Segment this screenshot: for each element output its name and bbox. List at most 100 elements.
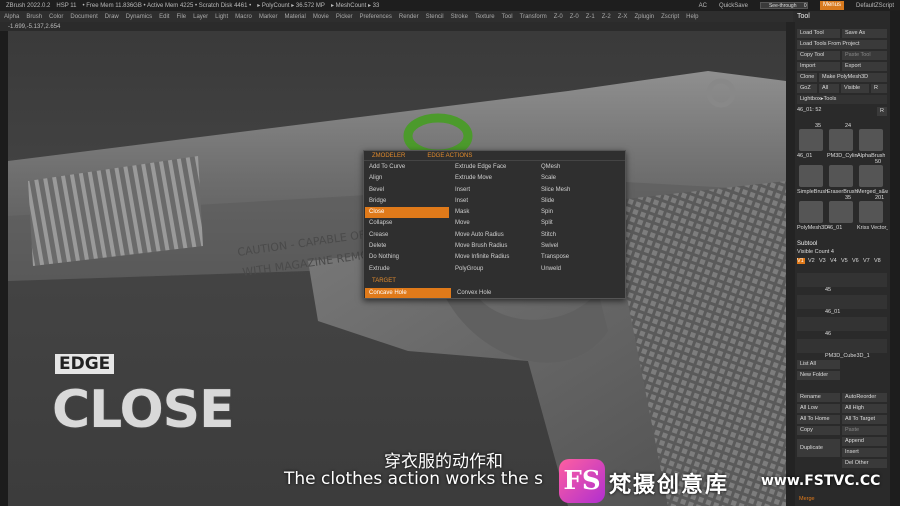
lightbox-tools-button[interactable]: Lightbox▸Tools <box>797 95 887 104</box>
goz-r-button[interactable]: R <box>871 84 887 93</box>
edge-action-item[interactable]: QMesh <box>537 162 621 173</box>
menu-item[interactable]: Material <box>285 14 306 20</box>
edge-action-item[interactable]: Unweld <box>537 264 621 275</box>
rename-button[interactable]: Rename <box>797 393 840 402</box>
goz-button[interactable]: GoZ <box>797 84 817 93</box>
save-as-button[interactable]: Save As <box>842 29 887 38</box>
edge-action-item[interactable]: Spin <box>537 207 621 218</box>
tool-thumbnail[interactable] <box>859 165 883 187</box>
paste-button[interactable]: Paste <box>842 426 887 435</box>
menu-item[interactable]: Zplugin <box>634 14 654 20</box>
quicksave-button[interactable]: QuickSave <box>719 3 748 9</box>
all-high-button[interactable]: All High <box>842 404 887 413</box>
goz-all-button[interactable]: All <box>819 84 839 93</box>
edge-action-item[interactable]: Slide <box>537 196 621 207</box>
version-button[interactable]: V3 <box>819 258 827 264</box>
load-tool-button[interactable]: Load Tool <box>797 29 840 38</box>
menu-item[interactable]: Brush <box>26 14 42 20</box>
paste-tool-button[interactable]: Paste Tool <box>842 51 887 60</box>
edge-action-item[interactable]: Move Infinite Radius <box>451 252 535 263</box>
target-option[interactable]: Concave Hole <box>365 288 451 298</box>
version-button[interactable]: V8 <box>874 258 882 264</box>
edge-action-item[interactable]: Transpose <box>537 252 621 263</box>
menu-item[interactable]: Z-0 <box>554 14 563 20</box>
menu-item[interactable]: Dynamics <box>126 14 152 20</box>
copy-button[interactable]: Copy <box>797 426 840 435</box>
menu-item[interactable]: Layer <box>193 14 208 20</box>
menu-item[interactable]: Stencil <box>426 14 444 20</box>
panel-scrollbar[interactable] <box>890 11 900 506</box>
edge-action-item[interactable]: Align <box>365 173 449 184</box>
menu-item[interactable]: Light <box>215 14 228 20</box>
edge-action-item[interactable]: Scale <box>537 173 621 184</box>
edge-action-item[interactable]: Extrude Edge Face <box>451 162 535 173</box>
menu-item[interactable]: Document <box>70 14 97 20</box>
tool-thumbnail[interactable] <box>829 201 853 223</box>
subtool-item[interactable] <box>797 295 887 309</box>
menu-item[interactable]: Tool <box>502 14 513 20</box>
menu-item[interactable]: Z-1 <box>586 14 595 20</box>
seethrough-slider[interactable]: See-through 0 <box>759 2 808 9</box>
del-other-button[interactable]: Del Other <box>842 459 887 468</box>
edge-action-item[interactable]: Insert <box>451 185 535 196</box>
edge-action-item[interactable]: Move Brush Radius <box>451 241 535 252</box>
list-all-button[interactable]: List All <box>797 360 840 369</box>
menu-item[interactable]: Z-2 <box>602 14 611 20</box>
menu-item[interactable]: File <box>176 14 186 20</box>
edge-action-item[interactable]: Mask <box>451 207 535 218</box>
new-folder-button[interactable]: New Folder <box>797 371 840 380</box>
edge-action-item[interactable]: Extrude <box>365 264 449 275</box>
version-button[interactable]: V1 <box>797 258 805 264</box>
clone-button[interactable]: Clone <box>797 73 817 82</box>
tool-thumbnail[interactable] <box>799 129 823 151</box>
version-button[interactable]: V5 <box>841 258 849 264</box>
menu-item[interactable]: Draw <box>105 14 119 20</box>
menu-item[interactable]: Z-0 <box>570 14 579 20</box>
edge-action-item[interactable]: Swivel <box>537 241 621 252</box>
ac-button[interactable]: AC <box>699 3 707 9</box>
edge-action-item[interactable]: Delete <box>365 241 449 252</box>
tool-thumbnail[interactable] <box>799 201 823 223</box>
tool-thumbnail[interactable] <box>859 201 883 223</box>
edge-action-item[interactable]: Move Auto Radius <box>451 230 535 241</box>
append-button[interactable]: Append <box>842 437 887 446</box>
menu-item[interactable]: Transform <box>520 14 547 20</box>
edge-action-item[interactable]: Close <box>365 207 449 219</box>
edge-action-item[interactable]: PolyGroup <box>451 264 535 275</box>
menu-item[interactable]: Texture <box>475 14 495 20</box>
all-to-target-button[interactable]: All To Target <box>842 415 887 424</box>
current-tool-slider[interactable]: 46_01: 52 <box>797 107 821 113</box>
version-button[interactable]: V2 <box>808 258 816 264</box>
target-option[interactable]: Convex Hole <box>453 288 539 298</box>
menus-button[interactable]: Menus <box>819 1 844 10</box>
menu-item[interactable]: Preferences <box>360 14 392 20</box>
menu-item[interactable]: Z-X <box>618 14 628 20</box>
tool-thumbnail[interactable] <box>799 165 823 187</box>
menu-item[interactable]: Marker <box>259 14 278 20</box>
edge-action-item[interactable]: Move <box>451 218 535 229</box>
subtool-header[interactable]: Subtool <box>797 241 817 247</box>
subtool-item[interactable] <box>797 339 887 353</box>
merge-section[interactable]: Merge <box>799 496 815 502</box>
menu-item[interactable]: Color <box>49 14 63 20</box>
edge-action-item[interactable]: Inset <box>451 196 535 207</box>
tool-thumbnail[interactable] <box>829 129 853 151</box>
subtool-item[interactable] <box>797 317 887 331</box>
menu-item[interactable]: Picker <box>336 14 353 20</box>
load-tools-from-project-button[interactable]: Load Tools From Project <box>797 40 887 49</box>
edge-action-item[interactable]: Bevel <box>365 185 449 196</box>
version-button[interactable]: V4 <box>830 258 838 264</box>
edge-action-item[interactable]: Crease <box>365 230 449 241</box>
menu-item[interactable]: Help <box>686 14 698 20</box>
duplicate-button[interactable]: Duplicate <box>797 439 840 457</box>
tool-thumbnail[interactable] <box>859 129 883 151</box>
script-selector[interactable]: DefaultZScript <box>856 3 894 9</box>
insert-button[interactable]: Insert <box>842 448 887 457</box>
edge-action-item[interactable]: Do Nothing <box>365 252 449 263</box>
subtool-item[interactable] <box>797 273 887 287</box>
goz-visible-button[interactable]: Visible <box>841 84 869 93</box>
make-polymesh3d-button[interactable]: Make PolyMesh3D <box>819 73 887 82</box>
edge-action-item[interactable]: Bridge <box>365 196 449 207</box>
copy-tool-button[interactable]: Copy Tool <box>797 51 840 60</box>
menu-item[interactable]: Edit <box>159 14 169 20</box>
